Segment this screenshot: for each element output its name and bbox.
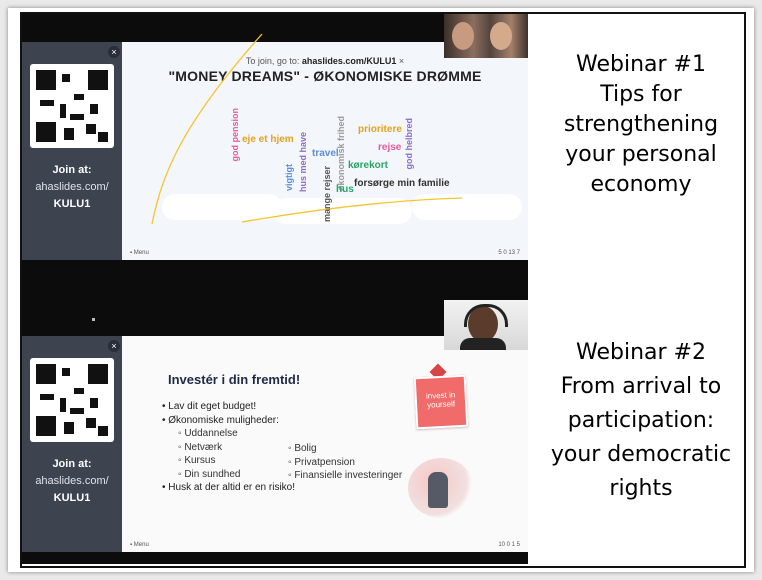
content-slide: Investér i din fremtid! • Lav dit eget b… [122,336,528,552]
cloud-shape [162,194,282,220]
illustration-figure [428,472,448,508]
cloud-word: mange rejser [322,166,332,223]
qr-code-icon [30,64,114,148]
webinar1-caption: Webinar #1 Tips for strengthening your p… [563,52,719,197]
cloud-shape [412,194,522,220]
cloud-word: travel [312,148,339,159]
list-item: ◦ Privatpension [288,456,355,468]
invest-card: invest in yourself [413,374,469,430]
cloud-word: hus [336,184,354,195]
list-item: • Husk at der altid er en risiko! [162,482,295,493]
webcam-video [444,300,528,350]
cloud-word: god pension [230,108,240,162]
divider-bar [22,288,528,300]
cloud-word: god helbred [404,118,414,170]
cloud-shape [272,198,412,224]
join-sidebar: × Join at: ahaslides.com/ KULU1 [22,336,122,552]
qr-code-icon [30,358,114,442]
cloud-word: rejse [378,142,402,153]
list-item: ◦ Uddannelse [178,428,238,439]
cloud-word: forsørge min familie [354,178,450,189]
bullet-list-column: ◦ Bolig ◦ Privatpension ◦ Finansielle in… [288,442,402,483]
webcam-video [444,14,528,58]
slide-title: Investér i din fremtid! [168,372,301,387]
close-icon[interactable]: × [108,340,120,352]
cloud-word: hus med have [298,132,308,193]
menu-button[interactable]: ▪ Menu [130,542,149,548]
list-item: ◦ Bolig [288,443,317,454]
cloud-word: prioritere [358,124,402,135]
audience-stats: 5 0 13 7 [498,250,520,256]
list-item: ◦ Finansielle investeringer [288,470,403,481]
join-label: Join at: [52,164,92,176]
join-code: KULU1 [53,492,91,504]
bullet-list: • Lav dit eget budget! • Økonomiske muli… [162,400,295,495]
audience-stats: 10 0 1 5 [498,542,520,548]
menu-button[interactable]: ▪ Menu [130,250,149,256]
cloud-word: vigtigt [284,164,294,191]
list-item: ◦ Kursus [178,455,216,466]
cloud-word: kørekort [348,160,389,171]
cloud-word: eje et hjem [242,134,294,145]
join-url[interactable]: ahaslides.com/ [22,181,122,193]
mouse-cursor [92,318,95,321]
join-url[interactable]: ahaslides.com/ [22,475,122,487]
webinar2-caption: Webinar #2 From arrival to participation… [550,340,732,501]
slide-title: "MONEY DREAMS" - ØKONOMISKE DRØMME [168,68,482,84]
join-label: Join at: [52,458,92,470]
list-item: ◦ Netværk [178,441,223,453]
video-bottom-bar [22,552,528,564]
webinar2-screen: × Join at: ahaslides.com/ KULU1 Investér… [22,300,528,564]
join-sidebar: × Join at: ahaslides.com/ KULU1 [22,42,122,260]
divider-bar [22,272,528,288]
cloud-word: økonomisk frihed [336,116,346,192]
list-item: • Økonomiske muligheder: [162,414,279,426]
list-item: ◦ Din sundhed [178,468,241,480]
join-code: KULU1 [53,198,91,210]
word-cloud-slide: To join, go to: ahaslides.com/KULU1 × "M… [122,33,528,260]
list-item: • Lav dit eget budget! [162,401,257,412]
video-bottom-bar [22,260,528,272]
close-icon[interactable]: × [108,46,120,58]
webinar1-screen: × Join at: ahaslides.com/ KULU1 To join,… [22,14,528,272]
close-icon[interactable]: × [399,56,404,66]
